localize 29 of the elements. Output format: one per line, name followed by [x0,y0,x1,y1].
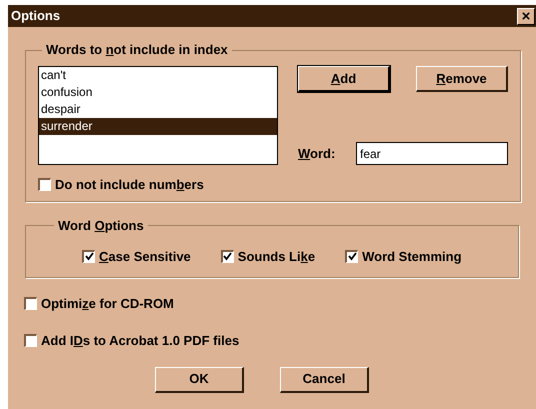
checkmark-icon [84,252,94,262]
checkbox[interactable] [82,250,95,263]
group-title: Word Options [58,218,144,232]
checkbox-label: Sounds Like [238,248,316,266]
checkbox-label: Add IDs to Acrobat 1.0 PDF files [41,332,240,350]
list-item[interactable]: despair [39,101,277,118]
list-item[interactable]: can't [39,67,277,84]
list-item[interactable]: confusion [39,84,277,101]
checkbox[interactable] [24,296,37,310]
field-label: Word: [298,144,336,163]
checkbox[interactable] [38,178,51,192]
list-item[interactable]: surrender [39,118,277,135]
checkbox[interactable] [345,250,358,263]
checkmark-icon [348,252,357,262]
dialog-button[interactable]: OK [155,366,244,392]
checkbox-label: Word Stemming [362,248,462,266]
group-title: Words to not include in index [46,42,228,57]
checkbox-label: Optimize for CD-ROM [41,294,174,313]
checkbox-label: Do not include numbers [55,176,204,194]
checkbox[interactable] [24,334,37,348]
checkmark-icon [223,252,232,262]
window-title: Options [11,7,60,26]
checkbox[interactable] [220,250,234,263]
word-field[interactable]: fear [356,142,508,165]
close-button[interactable]: × [517,8,535,24]
dialog-button[interactable]: Cancel [280,366,369,392]
dialog-button[interactable]: Remove [416,66,508,92]
dialog-button[interactable]: Add [298,66,390,92]
checkbox-label: Case Sensitive [99,248,191,266]
